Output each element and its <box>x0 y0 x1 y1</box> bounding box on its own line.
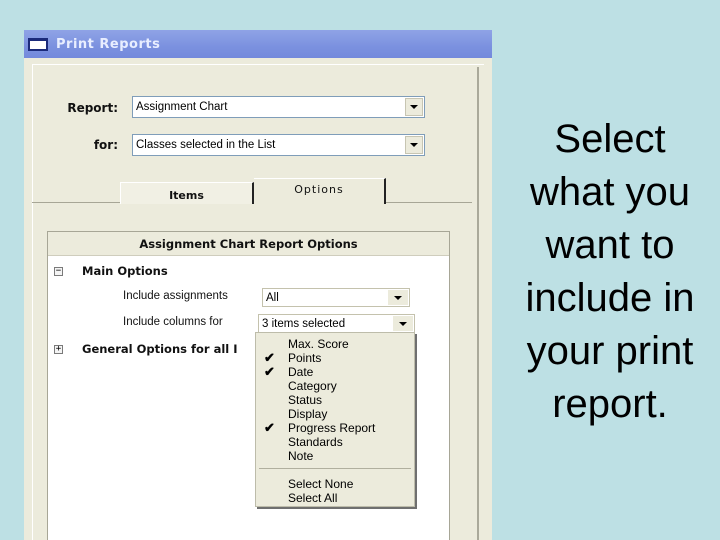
expand-icon[interactable]: + <box>54 345 63 354</box>
tab-options[interactable]: Options <box>254 178 386 204</box>
for-select[interactable]: Classes selected in the List <box>132 134 425 156</box>
chevron-down-icon <box>410 143 418 147</box>
dropdown-item-status[interactable]: Status <box>256 393 414 407</box>
window-icon <box>28 37 48 51</box>
include-assignments-dropdown-button[interactable] <box>388 290 408 305</box>
include-columns-dropdown-button[interactable] <box>393 316 413 331</box>
dropdown-item-max-score[interactable]: Max. Score <box>256 337 414 351</box>
for-label: for: <box>93 138 118 152</box>
dropdown-item-label: Category <box>288 379 337 393</box>
dropdown-item-display[interactable]: Display <box>256 407 414 421</box>
report-label: Report: <box>67 101 118 115</box>
main-options-label[interactable]: Main Options <box>82 264 168 278</box>
include-assignments-value: All <box>266 291 279 304</box>
select-all-button[interactable]: Select All <box>256 491 414 505</box>
dropdown-item-date[interactable]: ✔ Date <box>256 364 414 380</box>
dropdown-item-label: Date <box>288 365 314 379</box>
panel-divider <box>477 67 479 540</box>
options-panel-header: Assignment Chart Report Options <box>48 232 449 256</box>
dropdown-item-category[interactable]: Category <box>256 379 414 393</box>
dropdown-item-label: Progress Report <box>288 421 376 435</box>
include-assignments-label: Include assignments <box>123 290 228 302</box>
checkmark-icon: ✔ <box>264 364 275 379</box>
dropdown-item-label: Display <box>288 407 328 421</box>
caption-line: include in <box>525 276 695 320</box>
report-select-value: Assignment Chart <box>136 101 228 113</box>
for-select-value: Classes selected in the List <box>136 139 276 151</box>
columns-dropdown-list: Max. Score ✔ Points ✔ Date Category Stat… <box>255 332 415 507</box>
select-all-label: Select All <box>288 491 338 505</box>
window-title: Print Reports <box>56 36 161 52</box>
caption-line: want to <box>545 223 675 267</box>
dropdown-item-label: Max. Score <box>288 337 349 351</box>
report-select[interactable]: Assignment Chart <box>132 96 425 118</box>
title-bar[interactable]: Print Reports <box>24 30 492 58</box>
chevron-down-icon <box>394 295 402 300</box>
include-columns-select[interactable]: 3 items selected <box>258 314 415 333</box>
caption-line: Select <box>554 117 666 161</box>
for-dropdown-button[interactable] <box>405 136 423 154</box>
dropdown-item-standards[interactable]: Standards <box>256 435 414 449</box>
dropdown-item-note[interactable]: Note <box>256 449 414 463</box>
dropdown-item-label: Note <box>288 449 314 463</box>
include-columns-label: Include columns for <box>123 316 223 328</box>
caption-line: your print <box>526 329 694 373</box>
dropdown-item-label: Points <box>288 351 322 365</box>
instruction-caption: Select what you want to include in your … <box>500 113 720 431</box>
general-options-label[interactable]: General Options for all I <box>82 342 238 356</box>
dropdown-separator <box>259 468 411 469</box>
report-dropdown-button[interactable] <box>405 98 423 116</box>
collapse-icon[interactable]: − <box>54 267 63 276</box>
include-assignments-select[interactable]: All <box>262 288 410 307</box>
dropdown-item-progress-report[interactable]: ✔ Progress Report <box>256 420 414 436</box>
dropdown-item-points[interactable]: ✔ Points <box>256 350 414 366</box>
checkmark-icon: ✔ <box>264 420 275 435</box>
dropdown-item-label: Status <box>288 393 323 407</box>
caption-line: what you <box>529 170 691 214</box>
tab-items[interactable]: Items <box>120 182 254 204</box>
checkmark-icon: ✔ <box>264 350 275 365</box>
caption-line: report. <box>552 382 668 426</box>
dropdown-item-label: Standards <box>288 435 343 449</box>
select-none-label: Select None <box>288 477 354 491</box>
select-none-button[interactable]: Select None <box>256 477 414 491</box>
chevron-down-icon <box>399 321 407 326</box>
chevron-down-icon <box>410 105 418 109</box>
include-columns-value: 3 items selected <box>262 317 346 330</box>
